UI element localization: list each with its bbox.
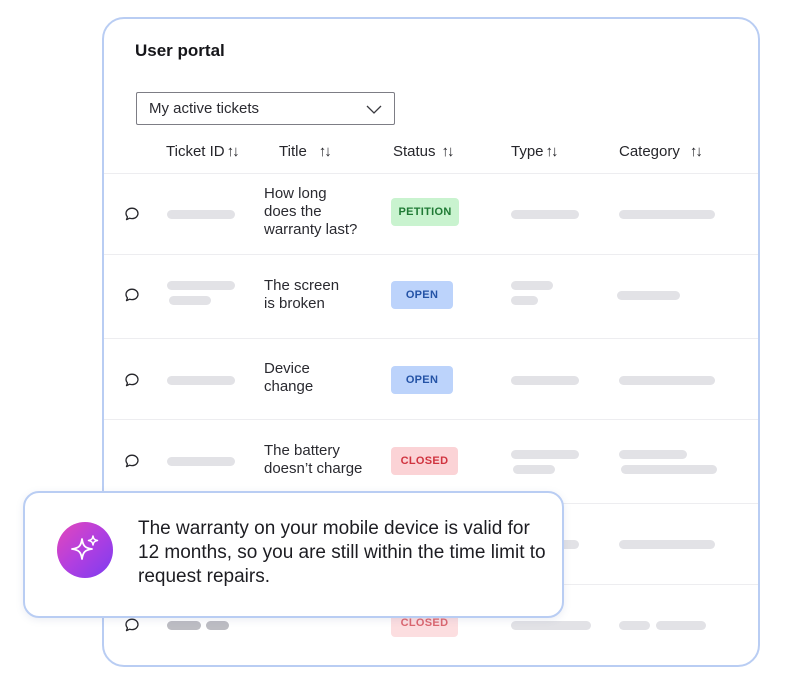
category-placeholder [619,540,715,549]
category-placeholder [656,621,706,630]
page-title: User portal [135,41,225,60]
column-header-type[interactable]: Type ↑↓ [511,143,559,160]
ticket-title: The battery doesn’t charge [264,442,363,477]
column-header-title[interactable]: Title ↑↓ [279,143,332,160]
ticket-id-placeholder [169,296,211,305]
column-label: Title [279,143,307,160]
sort-icon: ↑↓ [689,143,703,160]
ticket-filter-select[interactable]: My active tickets [136,92,395,125]
comment-icon[interactable] [124,287,140,303]
category-placeholder [619,376,715,385]
comment-icon[interactable] [124,372,140,388]
row-divider [104,419,758,420]
ticket-title: How long does the warranty last? [264,185,358,238]
column-header-category[interactable]: Category ↑↓ [619,143,703,160]
sort-icon: ↑↓ [545,143,559,160]
category-placeholder [619,621,650,630]
type-placeholder [511,210,579,219]
category-placeholder [619,210,715,219]
ticket-id-placeholder [167,210,235,219]
row-divider [104,173,758,174]
column-label: Status [393,143,436,160]
comment-icon[interactable] [124,206,140,222]
ticket-id-placeholder [167,621,201,630]
ticket-filter-value: My active tickets [149,100,260,117]
comment-icon[interactable] [124,453,140,469]
column-label: Ticket ID [166,143,225,160]
column-header-ticket-id[interactable]: Ticket ID ↑↓ [166,143,240,160]
status-badge: CLOSED [391,447,458,475]
type-placeholder [511,621,591,630]
ticket-id-placeholder [167,376,235,385]
type-placeholder [511,450,579,459]
assistant-message: The warranty on your mobile device is va… [138,518,546,587]
sort-icon: ↑↓ [226,143,240,160]
row-divider [104,254,758,255]
assistant-answer-card: The warranty on your mobile device is va… [23,491,564,618]
status-badge: OPEN [391,281,453,309]
category-placeholder [617,291,680,300]
sparkle-icon [57,522,113,578]
type-placeholder [513,465,555,474]
status-badge: OPEN [391,366,453,394]
ticket-id-placeholder [206,621,229,630]
column-header-status[interactable]: Status ↑↓ [393,143,455,160]
category-placeholder [619,450,687,459]
sort-icon: ↑↓ [318,143,332,160]
column-label: Type [511,143,544,160]
type-placeholder [511,296,538,305]
type-placeholder [511,376,579,385]
status-badge: PETITION [391,198,459,226]
ticket-title: The screen is broken [264,277,340,312]
row-divider [104,338,758,339]
chevron-down-icon [366,105,382,114]
type-placeholder [511,281,553,290]
comment-icon[interactable] [124,617,140,633]
ticket-title: Device change [264,360,314,395]
column-label: Category [619,143,680,160]
category-placeholder [621,465,717,474]
ticket-id-placeholder [167,457,235,466]
ticket-id-placeholder [167,281,235,290]
sort-icon: ↑↓ [441,143,455,160]
